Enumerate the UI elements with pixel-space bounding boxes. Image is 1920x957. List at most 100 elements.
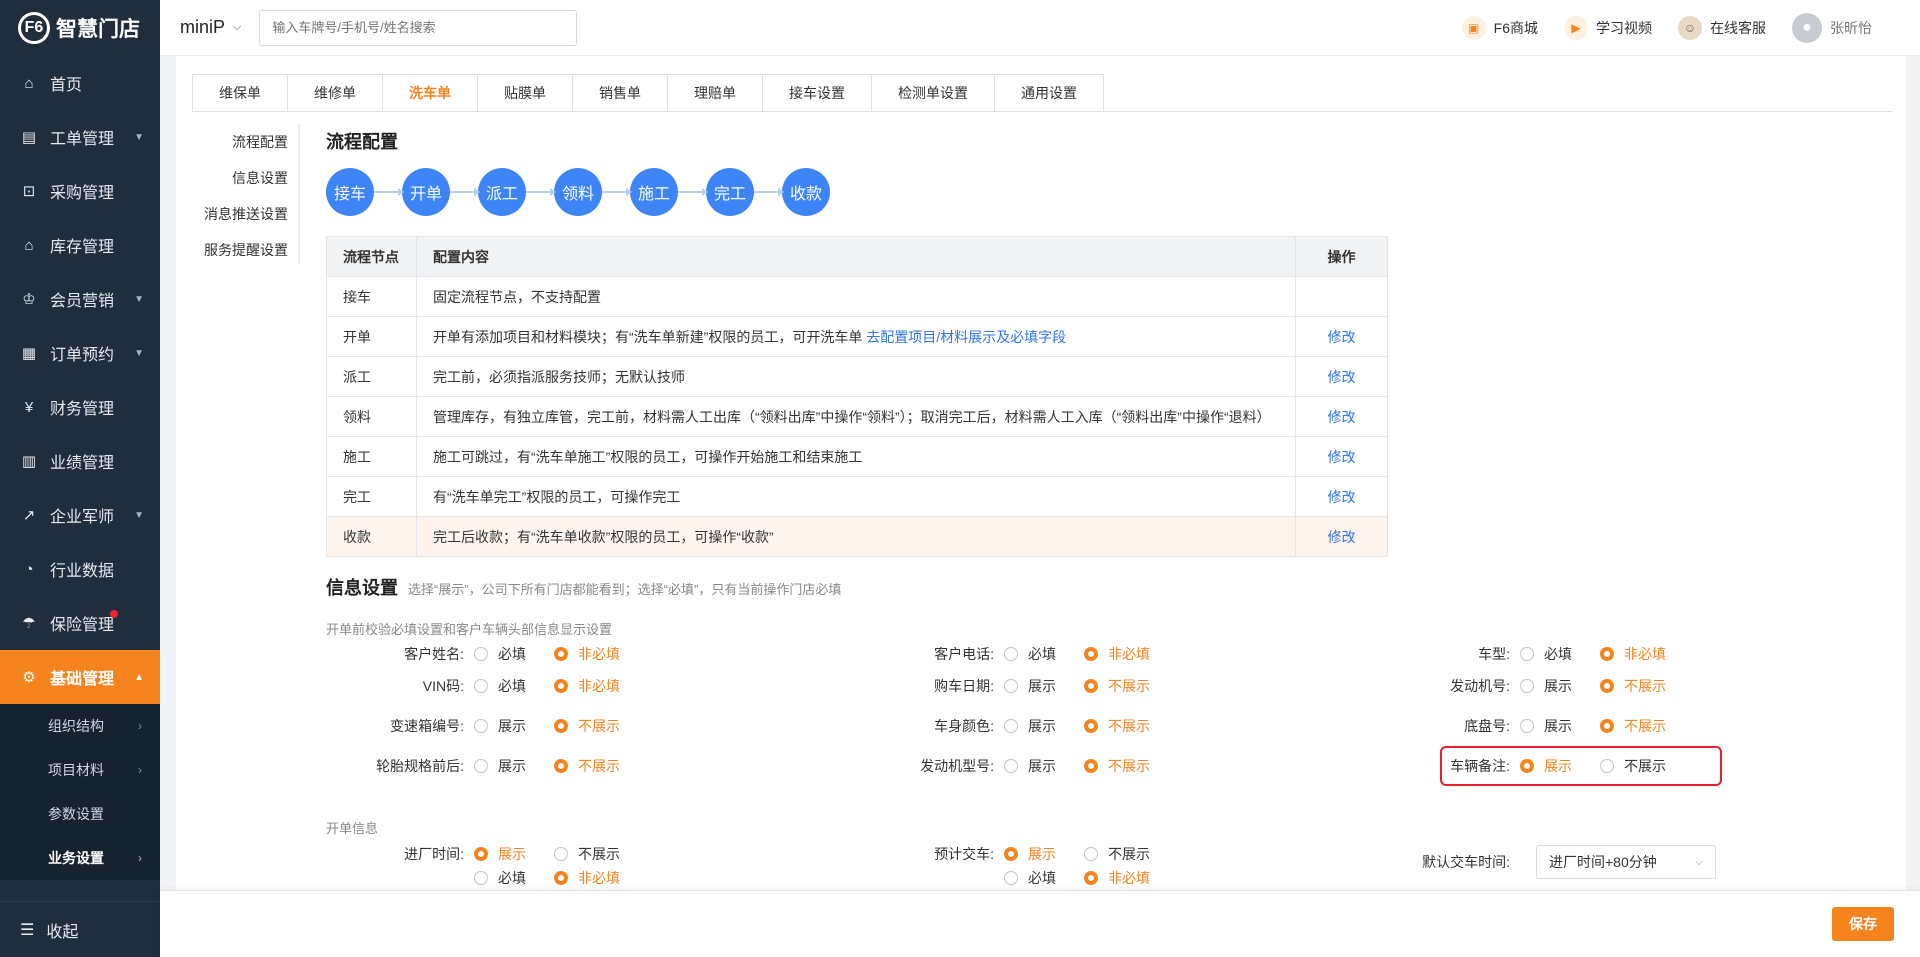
tab-inspection-settings[interactable]: 检测单设置 [871, 74, 994, 112]
field-label: VIN码: [422, 678, 464, 694]
radio-optional[interactable]: 非必填 [1084, 644, 1150, 664]
section-nav-message[interactable]: 消息推送设置 [196, 196, 288, 232]
brand-logo[interactable]: F6 智慧门店 [0, 0, 160, 56]
tab-maintenance[interactable]: 维保单 [192, 74, 287, 112]
sidebar-subitem-materials[interactable]: 项目材料 › [0, 748, 160, 792]
topbar-actions: ▣ F6商城 ▶ 学习视频 ☺ 在线客服 ● 张昕怡 [1461, 0, 1872, 56]
tab-general-settings[interactable]: 通用设置 [994, 74, 1104, 112]
radio-optional[interactable]: 非必填 [554, 644, 620, 664]
edit-link[interactable]: 修改 [1328, 449, 1356, 465]
video-link[interactable]: ▶ 学习视频 [1564, 16, 1652, 40]
sidebar-item-industry[interactable]: ◔ 行业数据 [0, 542, 160, 596]
sidebar-item-performance[interactable]: ▥ 业绩管理 [0, 434, 160, 488]
tab-carwash[interactable]: 洗车单 [382, 74, 477, 112]
field-car-model: 车型: 必填 非必填 [1406, 642, 1694, 666]
radio-hide[interactable]: 不展示 [1084, 756, 1150, 776]
sidebar-item-advisor[interactable]: ↗ 企业军师 ▼ [0, 488, 160, 542]
sidebar-subitem-params[interactable]: 参数设置 [0, 792, 160, 836]
radio-circle [554, 871, 568, 885]
radio-required[interactable]: 必填 [474, 676, 526, 696]
section-nav-flow[interactable]: 流程配置 [196, 124, 288, 160]
sidebar-item-inventory[interactable]: ⌂ 库存管理 [0, 218, 160, 272]
radio-optional[interactable]: 非必填 [1600, 644, 1666, 664]
radio-hide[interactable]: 不展示 [1600, 756, 1666, 776]
sidebar-item-insurance[interactable]: ☂ 保险管理 [0, 596, 160, 650]
radio-required[interactable]: 必填 [474, 868, 526, 888]
radio-circle [554, 847, 568, 861]
flow-connector [526, 188, 556, 196]
cell-content: 施工可跳过，有“洗车单施工”权限的员工，可操作开始施工和结束施工 [416, 436, 1296, 477]
radio-show[interactable]: 展示 [474, 844, 526, 864]
edit-link[interactable]: 修改 [1328, 529, 1356, 545]
radio-required[interactable]: 必填 [1004, 868, 1056, 888]
section-nav-info[interactable]: 信息设置 [196, 160, 288, 196]
caret-down-icon: ▼ [134, 131, 144, 143]
field-engine-model: 发动机型号: 展示 不展示 [896, 754, 1178, 778]
sidebar-subitem-label: 业务设置 [48, 850, 104, 866]
default-delivery-select[interactable]: 进厂时间+80分钟 ⌵ [1536, 845, 1716, 879]
save-button[interactable]: 保存 [1832, 907, 1894, 941]
radio-hide[interactable]: 不展示 [554, 844, 620, 864]
configure-fields-link[interactable]: 去配置项目/材料展示及必填字段 [866, 329, 1066, 345]
radio-show[interactable]: 展示 [1004, 756, 1056, 776]
collapse-button[interactable]: ☰ 收起 [0, 901, 160, 957]
edit-link[interactable]: 修改 [1328, 409, 1356, 425]
search-input[interactable] [259, 9, 578, 46]
field-vin: VIN码: 必填 非必填 [326, 674, 648, 698]
tab-reception-settings[interactable]: 接车设置 [762, 74, 871, 112]
section-nav-reminder[interactable]: 服务提醒设置 [196, 232, 288, 268]
radio-show[interactable]: 展示 [1004, 844, 1056, 864]
tab-claim[interactable]: 理赔单 [667, 74, 762, 112]
radio-hide[interactable]: 不展示 [1084, 844, 1150, 864]
tab-film[interactable]: 贴膜单 [477, 74, 572, 112]
radio-circle [554, 679, 568, 693]
edit-link[interactable]: 修改 [1328, 369, 1356, 385]
service-link[interactable]: ☺ 在线客服 [1678, 16, 1766, 40]
sidebar-item-workorder[interactable]: ▤ 工单管理 ▼ [0, 110, 160, 164]
tab-repair[interactable]: 维修单 [287, 74, 382, 112]
sidebar-item-purchase[interactable]: ⊡ 采购管理 [0, 164, 160, 218]
group-heading-validation: 开单前校验必填设置和客户车辆头部信息显示设置 [326, 622, 613, 637]
radio-hide[interactable]: 不展示 [554, 716, 620, 736]
edit-link[interactable]: 修改 [1328, 489, 1356, 505]
trend-icon: ↗ [22, 507, 36, 524]
sidebar-subitem-business[interactable]: 业务设置 › [0, 836, 160, 880]
radio-label: 不展示 [578, 846, 620, 862]
radio-required[interactable]: 必填 [1520, 644, 1572, 664]
radio-show[interactable]: 展示 [1520, 756, 1572, 776]
radio-show[interactable]: 展示 [1520, 676, 1572, 696]
tab-sales[interactable]: 销售单 [572, 74, 667, 112]
store-switcher[interactable]: miniP ⌵ [180, 17, 241, 38]
radio-label: 展示 [1028, 678, 1056, 694]
radio-show[interactable]: 展示 [1004, 716, 1056, 736]
radio-hide[interactable]: 不展示 [1084, 676, 1150, 696]
radio-hide[interactable]: 不展示 [1600, 716, 1666, 736]
radio-hide[interactable]: 不展示 [554, 756, 620, 776]
radio-optional[interactable]: 非必填 [554, 868, 620, 888]
chevron-down-icon: ⌵ [1695, 856, 1703, 868]
radio-show[interactable]: 展示 [1520, 716, 1572, 736]
radio-show[interactable]: 展示 [1004, 676, 1056, 696]
sidebar-item-finance[interactable]: ¥ 财务管理 [0, 380, 160, 434]
sidebar-item-member[interactable]: ♔ 会员营销 ▼ [0, 272, 160, 326]
edit-link[interactable]: 修改 [1328, 329, 1356, 345]
caret-down-icon: ▼ [134, 293, 144, 305]
radio-show[interactable]: 展示 [474, 756, 526, 776]
radio-hide[interactable]: 不展示 [1600, 676, 1666, 696]
radio-optional[interactable]: 非必填 [554, 676, 620, 696]
sidebar-item-order[interactable]: ▦ 订单预约 ▼ [0, 326, 160, 380]
sidebar-subitem-org[interactable]: 组织结构 › [0, 704, 160, 748]
mall-link[interactable]: ▣ F6商城 [1461, 16, 1538, 40]
user-menu[interactable]: ● 张昕怡 [1792, 13, 1872, 43]
radio-circle [1600, 647, 1614, 661]
radio-optional[interactable]: 非必填 [1084, 868, 1150, 888]
settings-icon: ⚙ [22, 669, 36, 686]
sidebar-subitem-label: 组织结构 [48, 718, 104, 734]
radio-show[interactable]: 展示 [474, 716, 526, 736]
radio-required[interactable]: 必填 [474, 644, 526, 664]
radio-circle [474, 719, 488, 733]
sidebar-item-home[interactable]: ⌂ 首页 [0, 56, 160, 110]
radio-hide[interactable]: 不展示 [1084, 716, 1150, 736]
sidebar-item-basic[interactable]: ⚙ 基础管理 ▲ [0, 650, 160, 704]
radio-required[interactable]: 必填 [1004, 644, 1056, 664]
